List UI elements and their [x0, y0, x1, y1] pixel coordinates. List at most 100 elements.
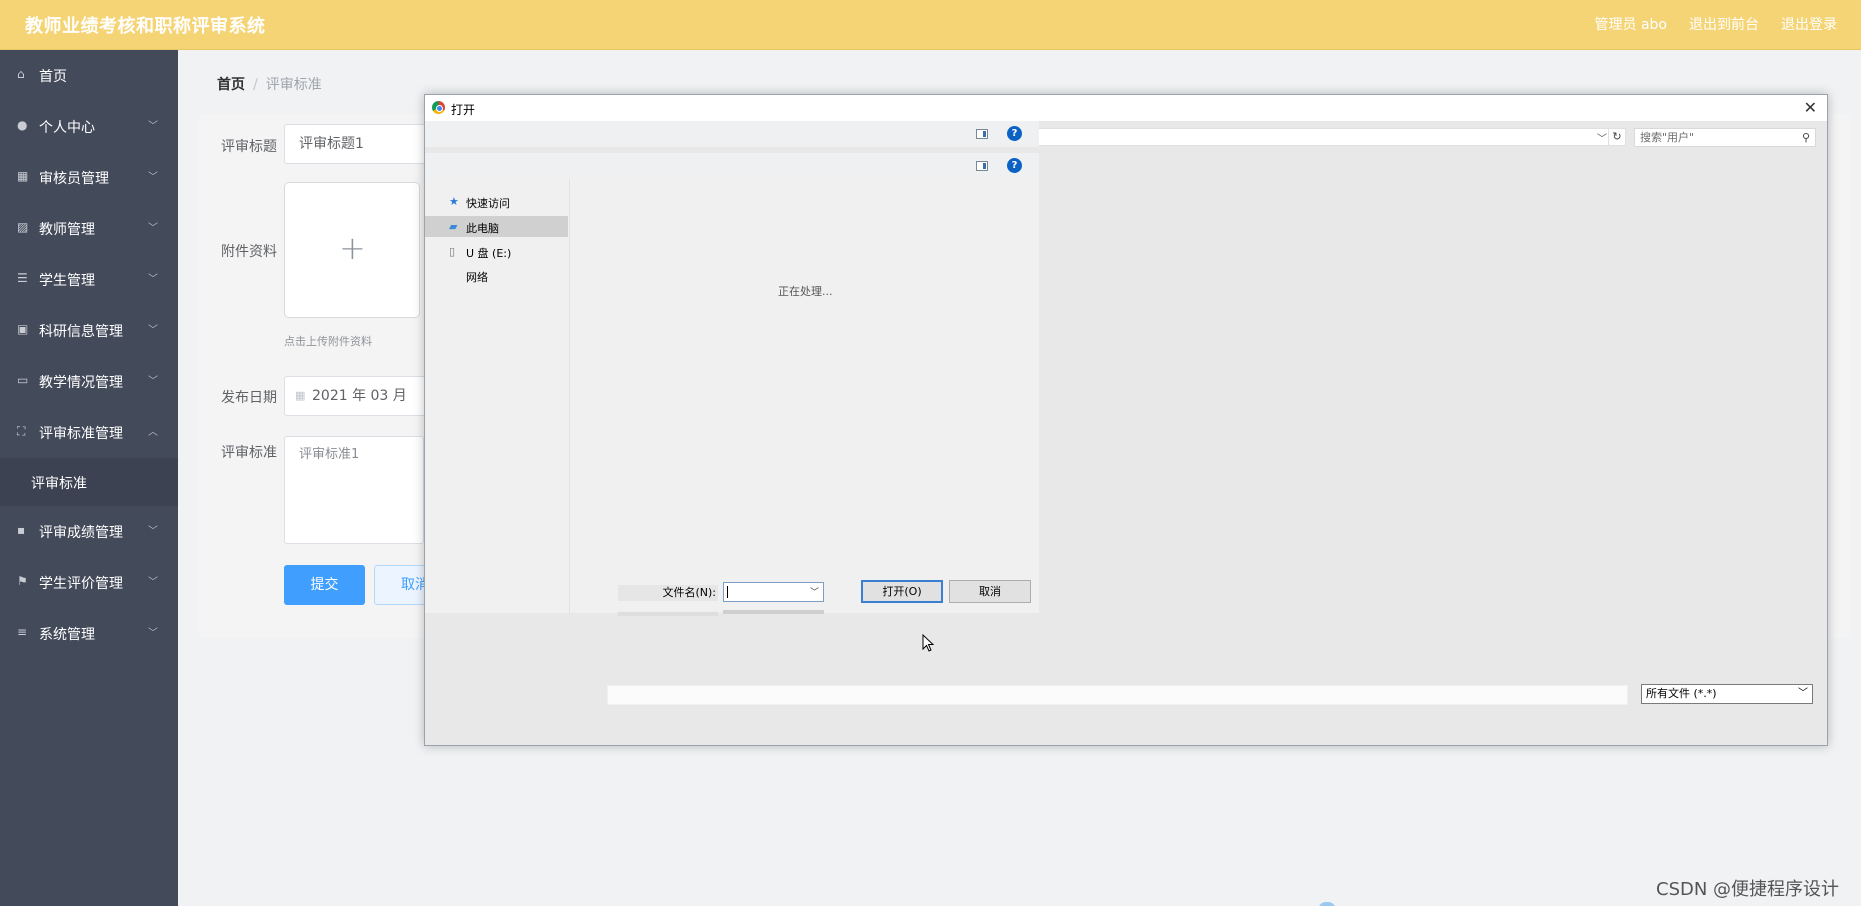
search-placeholder: 搜索"用户"	[1640, 131, 1695, 144]
filename-input[interactable]: ﹀	[723, 582, 824, 602]
sidebar-item-label: 学生管理	[39, 273, 95, 289]
chevron-up-icon: ︿	[148, 427, 158, 438]
chevron-down-icon[interactable]: ﹀	[810, 585, 819, 598]
sidebar-item-evaluations[interactable]: ⚑ 学生评价管理 ﹀	[0, 557, 178, 608]
user-icon: ●	[17, 118, 28, 132]
chevron-down-icon: ﹀	[148, 577, 158, 588]
clipboard-icon: ▣	[17, 322, 29, 336]
upload-hint: 点击上传附件资料	[284, 335, 372, 348]
fullscreen-icon: ⛶	[17, 424, 26, 438]
sidebar-item-label: 系统管理	[39, 627, 95, 643]
title-input[interactable]: 评审标题1	[284, 124, 434, 164]
file-open-dialog: 打开 ✕ ? ﹀ ↻ 搜索"用户" ⚲ ? ★ 快速访问 ▰ 此电脑 ▯ U 盘…	[424, 94, 1828, 746]
breadcrumb-separator: /	[253, 77, 258, 93]
computer-icon: ▰	[449, 220, 458, 233]
watermark: CSDN @便捷程序设计	[1656, 879, 1840, 900]
star-icon: ★	[449, 195, 459, 208]
sidebar-item-label: 评审标准管理	[39, 426, 123, 442]
search-input[interactable]: 搜索"用户" ⚲	[1634, 128, 1816, 147]
submit-button[interactable]: 提交	[284, 565, 365, 605]
chevron-down-icon[interactable]: ﹀	[1597, 130, 1607, 145]
chevron-down-icon: ﹀	[148, 121, 158, 132]
preview-pane-icon[interactable]	[976, 161, 988, 171]
chevron-down-icon: ﹀	[1798, 688, 1808, 699]
nav-label: U 盘 (E:)	[466, 247, 512, 260]
upload-button[interactable]: +	[284, 182, 420, 318]
sidebar-item-reviewers[interactable]: ▦ 审核员管理 ﹀	[0, 152, 178, 203]
sidebar-item-teaching[interactable]: ▭ 教学情况管理 ﹀	[0, 356, 178, 407]
file-type-select[interactable]: 所有文件 (*.*) ﹀	[1641, 684, 1813, 704]
nav-this-pc[interactable]: ▰ 此电脑	[425, 216, 568, 237]
sidebar-item-home[interactable]: ⌂ 首页	[0, 50, 178, 101]
exit-to-front-link[interactable]: 退出到前台	[1689, 14, 1759, 34]
close-icon[interactable]: ✕	[1804, 98, 1817, 117]
nav-label: 网络	[466, 271, 488, 284]
dialog-titlebar: 打开 ✕	[425, 95, 1827, 121]
preview-pane-icon[interactable]	[976, 129, 988, 139]
id-card-icon: ▭	[17, 373, 29, 387]
sidebar-item-profile[interactable]: ● 个人中心 ﹀	[0, 101, 178, 152]
help-icon[interactable]: ?	[1007, 158, 1022, 173]
chevron-down-icon: ﹀	[148, 274, 158, 285]
calendar-icon: ▦	[295, 389, 306, 402]
sidebar-item-students[interactable]: ☰ 学生管理 ﹀	[0, 254, 178, 305]
list-icon: ☰	[17, 271, 28, 285]
drive-icon: ▯	[449, 245, 456, 258]
standard-textarea[interactable]: 评审标准1	[284, 436, 424, 544]
mouse-cursor-icon	[922, 634, 934, 652]
address-bar[interactable]: ﹀	[1039, 128, 1612, 146]
nav-network[interactable]: 网络	[425, 265, 568, 286]
sidebar-item-system[interactable]: ≡ 系统管理 ﹀	[0, 608, 178, 659]
sidebar-item-teachers[interactable]: ▨ 教师管理 ﹀	[0, 203, 178, 254]
sidebar-item-label: 首页	[39, 69, 67, 85]
sidebar-item-label: 教师管理	[39, 222, 95, 238]
date-value: 2021 年 03 月 18 日	[312, 388, 407, 404]
filename-path-bar[interactable]	[607, 685, 1628, 705]
sidebar: ⌂ 首页 ● 个人中心 ﹀ ▦ 审核员管理 ﹀ ▨ 教师管理 ﹀ ☰ 学生管理 …	[0, 50, 178, 906]
processing-text: 正在处理...	[778, 285, 833, 298]
home-icon: ⌂	[17, 67, 25, 81]
sidebar-item-standards[interactable]: ⛶ 评审标准管理 ︿	[0, 407, 178, 458]
chevron-down-icon: ﹀	[148, 376, 158, 387]
sidebar-item-scores[interactable]: ▪ 评审成绩管理 ﹀	[0, 506, 178, 557]
sidebar-item-label: 评审成绩管理	[39, 525, 123, 541]
logout-link[interactable]: 退出登录	[1781, 14, 1837, 34]
apps-icon: ▪	[17, 523, 26, 537]
chevron-down-icon: ﹀	[148, 172, 158, 183]
breadcrumb: 首页 / 评审标准	[217, 74, 322, 94]
breadcrumb-home[interactable]: 首页	[217, 77, 245, 93]
chevron-down-icon: ﹀	[148, 223, 158, 234]
filename-label: 文件名(N):	[618, 585, 718, 601]
toolbar-ghost-2: ?	[425, 153, 1039, 179]
sidebar-item-label: 科研信息管理	[39, 324, 123, 340]
breadcrumb-current: 评审标准	[265, 77, 322, 93]
title-label: 评审标题	[221, 139, 277, 155]
file-type-value: 所有文件 (*.*)	[1646, 687, 1717, 700]
attachment-label: 附件资料	[221, 244, 277, 260]
date-label: 发布日期	[221, 390, 277, 406]
sidebar-subitem-standards[interactable]: 评审标准	[0, 458, 178, 506]
nav-usb-drive[interactable]: ▯ U 盘 (E:)	[425, 241, 568, 262]
date-picker[interactable]: ▦ 2021 年 03 月 18 日	[284, 376, 434, 416]
sidebar-item-label: 学生评价管理	[39, 576, 123, 592]
dialog-cancel-button[interactable]: 取消	[949, 580, 1031, 603]
dialog-title: 打开	[451, 103, 476, 117]
current-user: 管理员 abo	[1594, 17, 1667, 33]
ghost-strip	[618, 612, 718, 616]
floating-dot	[1318, 902, 1336, 906]
grid-icon: ▦	[17, 169, 29, 183]
sidebar-subitem-label: 评审标准	[31, 476, 87, 492]
dialog-body: ★ 快速访问 ▰ 此电脑 ▯ U 盘 (E:) 网络 正在处理...	[425, 179, 1039, 652]
sidebar-item-research[interactable]: ▣ 科研信息管理 ﹀	[0, 305, 178, 356]
sidebar-item-label: 个人中心	[39, 120, 95, 136]
chrome-icon	[432, 101, 445, 114]
help-icon[interactable]: ?	[1007, 126, 1022, 141]
refresh-icon[interactable]: ↻	[1608, 128, 1626, 146]
open-button[interactable]: 打开(O)	[861, 580, 943, 603]
search-icon: ⚲	[1801, 131, 1810, 144]
text-caret	[727, 586, 728, 598]
nav-quick-access[interactable]: ★ 快速访问	[425, 191, 568, 212]
header-actions: 管理员 abo 退出到前台 退出登录	[1595, 14, 1837, 34]
sidebar-item-label: 审核员管理	[39, 171, 109, 187]
chevron-down-icon: ﹀	[148, 325, 158, 336]
